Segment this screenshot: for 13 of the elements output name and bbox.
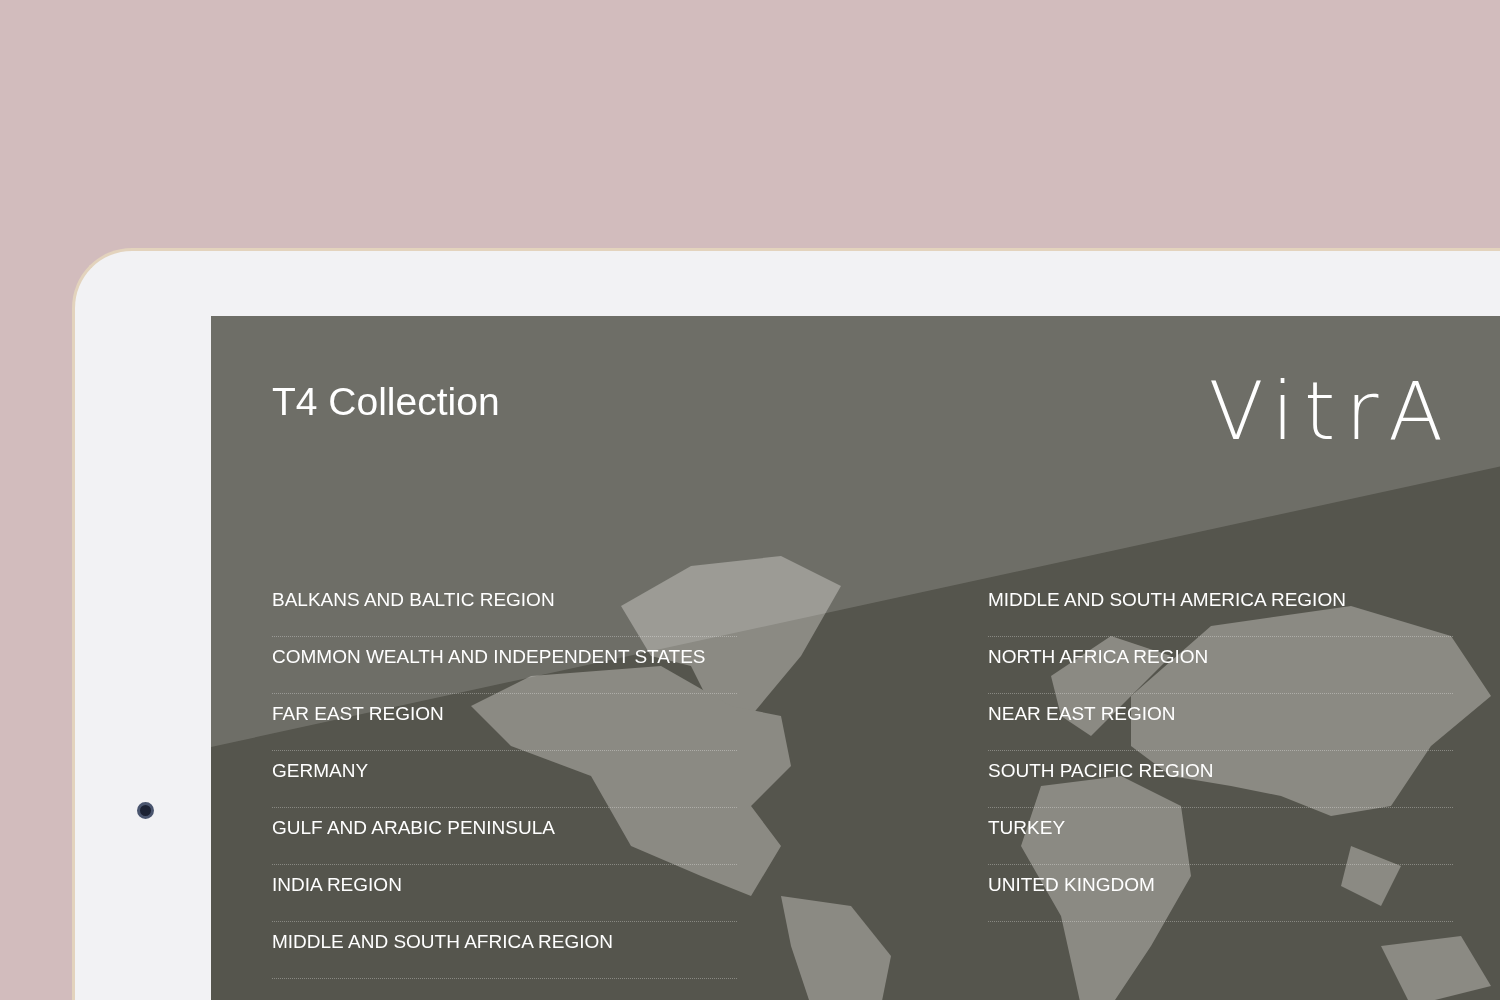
region-link[interactable]: TURKEY xyxy=(988,808,1453,865)
screen-title: T4 Collection xyxy=(272,382,500,421)
brand-logo: VitrA xyxy=(1208,372,1453,452)
region-link[interactable]: GERMANY xyxy=(272,751,737,808)
region-link[interactable]: SOUTH PACIFIC REGION xyxy=(988,751,1453,808)
region-link[interactable]: COMMON WEALTH AND INDEPENDENT STATES xyxy=(272,637,737,694)
region-link[interactable]: GULF AND ARABIC PENINSULA xyxy=(272,808,737,865)
region-link[interactable]: MIDDLE AND SOUTH AMERICA REGION xyxy=(988,580,1453,637)
region-link[interactable]: UNITED KINGDOM xyxy=(988,865,1453,922)
region-link[interactable]: MIDDLE AND SOUTH AFRICA REGION xyxy=(272,922,737,979)
region-link[interactable]: BALKANS AND BALTIC REGION xyxy=(272,580,737,637)
region-link[interactable]: INDIA REGION xyxy=(272,865,737,922)
region-link[interactable]: FAR EAST REGION xyxy=(272,694,737,751)
